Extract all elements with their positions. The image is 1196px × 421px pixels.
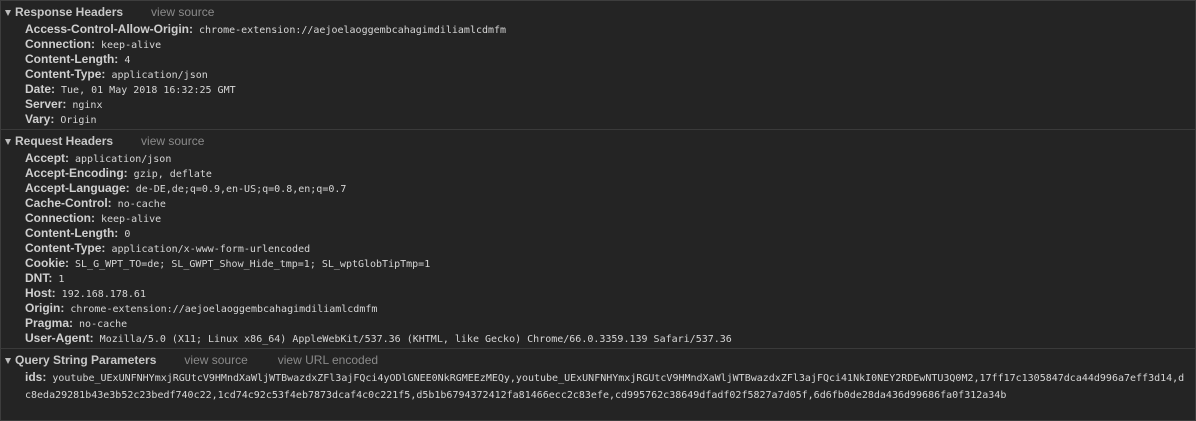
expand-triangle-icon[interactable] (5, 357, 11, 364)
param-value: youtube_UExUNFNHYmxjRGUtcV9HMndXaWljWTBw… (25, 373, 1185, 401)
header-row: Pragma: no-cache (1, 315, 1195, 330)
header-value: keep-alive (101, 40, 162, 51)
query-string-list: ids: youtube_UExUNFNHYmxjRGUtcV9HMndXaWl… (1, 368, 1195, 403)
header-row: Accept-Language: de-DE,de;q=0.9,en-US;q=… (1, 180, 1195, 195)
header-value: chrome-extension://aejoelaoggembcahagimd… (70, 304, 378, 315)
expand-triangle-icon[interactable] (5, 9, 11, 16)
header-row: Content-Type: application/x-www-form-url… (1, 240, 1195, 255)
header-value: chrome-extension://aejoelaoggembcahagimd… (199, 25, 507, 36)
header-row: Date: Tue, 01 May 2018 16:32:25 GMT (1, 81, 1195, 96)
header-value: Tue, 01 May 2018 16:32:25 GMT (61, 85, 236, 96)
response-view-source-link[interactable]: view source (151, 5, 214, 20)
header-key: Content-Length: (25, 226, 119, 240)
header-key: Connection: (25, 37, 95, 51)
header-value: Mozilla/5.0 (X11; Linux x86_64) AppleWeb… (99, 334, 732, 345)
header-value: de-DE,de;q=0.9,en-US;q=0.8,en;q=0.7 (135, 184, 347, 195)
expand-triangle-icon[interactable] (5, 138, 11, 145)
header-key: Accept: (25, 151, 70, 165)
header-value: application/x-www-form-urlencoded (111, 244, 311, 255)
response-headers-header[interactable]: Response Headers view source (1, 5, 1195, 20)
header-row: Content-Type: application/json (1, 66, 1195, 81)
request-headers-header[interactable]: Request Headers view source (1, 134, 1195, 149)
header-key: Server: (25, 97, 67, 111)
header-key: Content-Type: (25, 241, 106, 255)
header-row: Accept: application/json (1, 150, 1195, 165)
header-key: Host: (25, 286, 56, 300)
network-headers-panel: Response Headers view source Access-Cont… (0, 0, 1196, 421)
header-key: DNT: (25, 271, 53, 285)
header-value: gzip, deflate (133, 169, 212, 180)
header-row: Access-Control-Allow-Origin: chrome-exte… (1, 21, 1195, 36)
query-param-row: ids: youtube_UExUNFNHYmxjRGUtcV9HMndXaWl… (1, 369, 1195, 403)
header-key: Pragma: (25, 316, 74, 330)
header-row: Content-Length: 4 (1, 51, 1195, 66)
header-row: Accept-Encoding: gzip, deflate (1, 165, 1195, 180)
header-value: 0 (124, 229, 131, 240)
header-key: Access-Control-Allow-Origin: (25, 22, 194, 36)
response-headers-title[interactable]: Response Headers (15, 5, 123, 20)
header-value: SL_G_WPT_TO=de; SL_GWPT_Show_Hide_tmp=1;… (75, 259, 431, 270)
query-view-url-encoded-link[interactable]: view URL encoded (278, 353, 378, 368)
header-value: no-cache (117, 199, 166, 210)
response-headers-list: Access-Control-Allow-Origin: chrome-exte… (1, 20, 1195, 126)
header-row: User-Agent: Mozilla/5.0 (X11; Linux x86_… (1, 330, 1195, 345)
header-row: Cache-Control: no-cache (1, 195, 1195, 210)
header-row: Content-Length: 0 (1, 225, 1195, 240)
header-row: Origin: chrome-extension://aejoelaoggemb… (1, 300, 1195, 315)
header-key: Connection: (25, 211, 95, 225)
response-headers-section: Response Headers view source Access-Cont… (1, 5, 1195, 130)
header-key: Accept-Encoding: (25, 166, 128, 180)
header-row: Connection: keep-alive (1, 36, 1195, 51)
header-row: Cookie: SL_G_WPT_TO=de; SL_GWPT_Show_Hid… (1, 255, 1195, 270)
header-value: nginx (72, 100, 103, 111)
header-value: application/json (75, 154, 172, 165)
header-value: application/json (111, 70, 208, 81)
param-key: ids: (25, 370, 47, 384)
query-string-title[interactable]: Query String Parameters (15, 353, 156, 368)
header-key: Accept-Language: (25, 181, 130, 195)
header-key: Cookie: (25, 256, 70, 270)
header-value: 1 (58, 274, 65, 285)
query-view-source-link[interactable]: view source (184, 353, 247, 368)
request-view-source-link[interactable]: view source (141, 134, 204, 149)
header-value: 192.168.178.61 (61, 289, 146, 300)
request-headers-list: Accept: application/json Accept-Encoding… (1, 149, 1195, 345)
header-value: no-cache (79, 319, 128, 330)
header-key: Content-Length: (25, 52, 119, 66)
header-key: User-Agent: (25, 331, 94, 345)
request-headers-title[interactable]: Request Headers (15, 134, 113, 149)
header-key: Origin: (25, 301, 65, 315)
header-row: DNT: 1 (1, 270, 1195, 285)
header-row: Server: nginx (1, 96, 1195, 111)
header-key: Vary: (25, 112, 55, 126)
header-value: Origin (60, 115, 97, 126)
header-key: Content-Type: (25, 67, 106, 81)
header-value: keep-alive (101, 214, 162, 225)
header-row: Host: 192.168.178.61 (1, 285, 1195, 300)
query-string-header[interactable]: Query String Parameters view source view… (1, 353, 1195, 368)
header-row: Vary: Origin (1, 111, 1195, 126)
header-key: Date: (25, 82, 56, 96)
header-row: Connection: keep-alive (1, 210, 1195, 225)
request-headers-section: Request Headers view source Accept: appl… (1, 134, 1195, 349)
query-string-section: Query String Parameters view source view… (1, 353, 1195, 406)
header-key: Cache-Control: (25, 196, 112, 210)
header-value: 4 (124, 55, 131, 66)
